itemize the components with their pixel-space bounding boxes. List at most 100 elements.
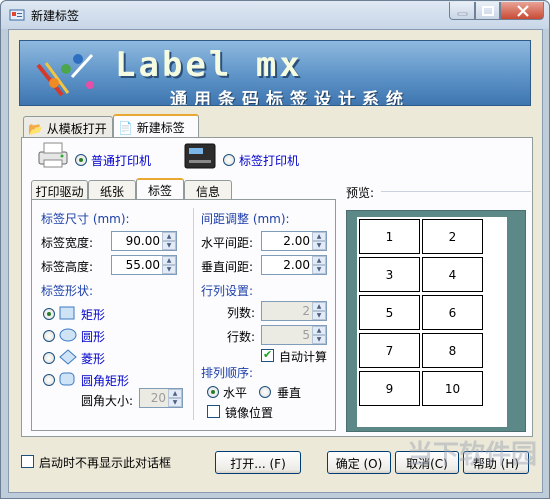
label-height-input[interactable]: 55.00 ▲ ▼ <box>111 255 177 275</box>
tab-new-label[interactable]: 📄 新建标签 <box>113 114 199 138</box>
shape-circle-radio[interactable] <box>43 330 55 342</box>
v-spacing-value: 2.00 <box>283 258 310 272</box>
normal-printer-radio[interactable] <box>75 154 87 166</box>
banner-subtitle: 通用条码标签设计系统 <box>170 90 410 106</box>
spacing-title: 间距调整 (mm): <box>201 212 290 226</box>
banner-logo-text: Label mx <box>115 45 303 85</box>
preview-cell: 9 <box>359 371 420 406</box>
label-width-input[interactable]: 90.00 ▲ ▼ <box>111 231 177 251</box>
auto-calc-label: 自动计算 <box>279 350 328 364</box>
spin-up-icon[interactable]: ▲ <box>312 302 326 311</box>
tab-print-driver[interactable]: 打印驱动 <box>31 180 88 200</box>
close-button[interactable] <box>500 2 544 20</box>
spin-down-icon[interactable]: ▼ <box>168 398 182 407</box>
window-title: 新建标签 <box>31 9 80 23</box>
minimize-button[interactable] <box>449 2 475 20</box>
preview-cell: 10 <box>422 371 483 406</box>
watermark-text: 当下软件园 <box>407 440 538 470</box>
h-spacing-value: 2.00 <box>283 234 310 248</box>
rows-value: 5 <box>302 328 310 342</box>
corner-size-input[interactable]: 20 ▲ ▼ <box>139 388 183 408</box>
preview-cell: 8 <box>422 333 483 368</box>
normal-printer-label[interactable]: 普通打印机 <box>91 152 151 169</box>
auto-calc-checkbox[interactable] <box>261 348 274 362</box>
tab-paper[interactable]: 纸张 <box>88 180 136 200</box>
preview-cell: 6 <box>422 295 483 330</box>
order-horizontal-radio[interactable] <box>207 386 219 398</box>
spin-down-icon[interactable]: ▼ <box>312 335 326 344</box>
order-horizontal-label: 水平 <box>223 386 248 400</box>
preview-title-line <box>381 191 531 192</box>
spin-up-icon[interactable]: ▲ <box>312 256 326 265</box>
shape-diamond-label: 菱形 <box>81 352 106 366</box>
banner: Label mx 通用条码标签设计系统 <box>19 40 531 106</box>
corner-size-value: 20 <box>150 391 166 405</box>
preview-sheet: 1 2 3 4 5 6 7 8 9 10 <box>357 217 507 427</box>
label-width-label: 标签宽度: <box>41 236 94 250</box>
v-spacing-input[interactable]: 2.00 ▲ ▼ <box>261 255 327 275</box>
dialog-window: 新建标签 Label mx 通用条码标签设计系统 📂 从模板打开 📄 新建标签 … <box>0 0 550 499</box>
tab-label: 新建标签 <box>136 121 185 135</box>
tab-label: 从模板打开 <box>46 122 107 136</box>
preview-cell: 5 <box>359 295 420 330</box>
spin-down-icon[interactable]: ▼ <box>312 311 326 320</box>
logo-icon <box>36 53 94 97</box>
maximize-button[interactable] <box>475 2 500 20</box>
spin-up-icon[interactable]: ▲ <box>168 389 182 398</box>
diamond-icon <box>59 349 77 365</box>
corner-size-label: 圆角大小: <box>81 394 134 408</box>
ok-button[interactable]: 确定 (O) <box>327 451 391 474</box>
mirror-label: 镜像位置 <box>225 406 274 420</box>
app-icon <box>9 9 25 21</box>
shape-rect-radio[interactable] <box>43 308 55 320</box>
h-spacing-label: 水平间距: <box>201 236 254 250</box>
label-size-title: 标签尺寸 (mm): <box>41 212 130 226</box>
cols-input[interactable]: 2 ▲ ▼ <box>261 301 327 321</box>
label-width-value: 90.00 <box>125 234 160 248</box>
spin-up-icon[interactable]: ▲ <box>162 232 176 241</box>
spin-up-icon[interactable]: ▲ <box>162 256 176 265</box>
no-show-checkbox[interactable] <box>21 455 34 468</box>
ellipse-icon <box>59 328 77 342</box>
spin-up-icon[interactable]: ▲ <box>312 326 326 335</box>
mirror-checkbox[interactable] <box>207 405 220 418</box>
folder-icon: 📂 <box>28 122 43 136</box>
label-printer-radio[interactable] <box>223 154 235 166</box>
spin-down-icon[interactable]: ▼ <box>162 265 176 274</box>
order-vertical-label: 垂直 <box>277 386 302 400</box>
preview-cell: 3 <box>359 257 420 292</box>
label-shape-title: 标签形状: <box>41 284 94 298</box>
open-button[interactable]: 打开... (F) <box>215 451 301 474</box>
spin-down-icon[interactable]: ▼ <box>312 265 326 274</box>
shape-diamond-radio[interactable] <box>43 352 55 364</box>
spin-up-icon[interactable]: ▲ <box>312 232 326 241</box>
preview-cell: 7 <box>359 333 420 368</box>
close-icon <box>517 5 529 17</box>
label-printer-label[interactable]: 标签打印机 <box>239 152 299 169</box>
shape-roundrect-radio[interactable] <box>43 374 55 386</box>
tab-label-settings[interactable]: 标签 <box>136 178 184 200</box>
preview-box: 1 2 3 4 5 6 7 8 9 10 <box>346 210 526 432</box>
v-spacing-label: 垂直间距: <box>201 260 254 274</box>
no-show-label: 启动时不再显示此对话框 <box>39 456 172 470</box>
title-bar[interactable]: 新建标签 <box>1 1 549 29</box>
printer-icon <box>38 142 68 168</box>
shape-rect-label: 矩形 <box>81 308 106 322</box>
rows-input[interactable]: 5 ▲ ▼ <box>261 325 327 345</box>
spin-down-icon[interactable]: ▼ <box>162 241 176 250</box>
spin-down-icon[interactable]: ▼ <box>312 241 326 250</box>
cols-value: 2 <box>302 304 310 318</box>
order-vertical-radio[interactable] <box>259 386 271 398</box>
label-printer-icon <box>184 143 216 169</box>
tab-open-from-template[interactable]: 📂 从模板打开 <box>23 116 113 137</box>
cols-label: 列数: <box>227 306 256 320</box>
rows-cols-title: 行列设置: <box>201 284 254 298</box>
rectangle-icon <box>59 306 75 320</box>
tab-info[interactable]: 信息 <box>184 180 232 200</box>
shape-roundrect-label: 圆角矩形 <box>81 374 130 388</box>
h-spacing-input[interactable]: 2.00 ▲ ▼ <box>261 231 327 251</box>
shape-circle-label: 圆形 <box>81 330 106 344</box>
minimize-icon <box>457 12 468 16</box>
preview-cell: 2 <box>422 219 483 254</box>
dialog-client-area: Label mx 通用条码标签设计系统 📂 从模板打开 📄 新建标签 普通打印机… <box>8 29 543 493</box>
